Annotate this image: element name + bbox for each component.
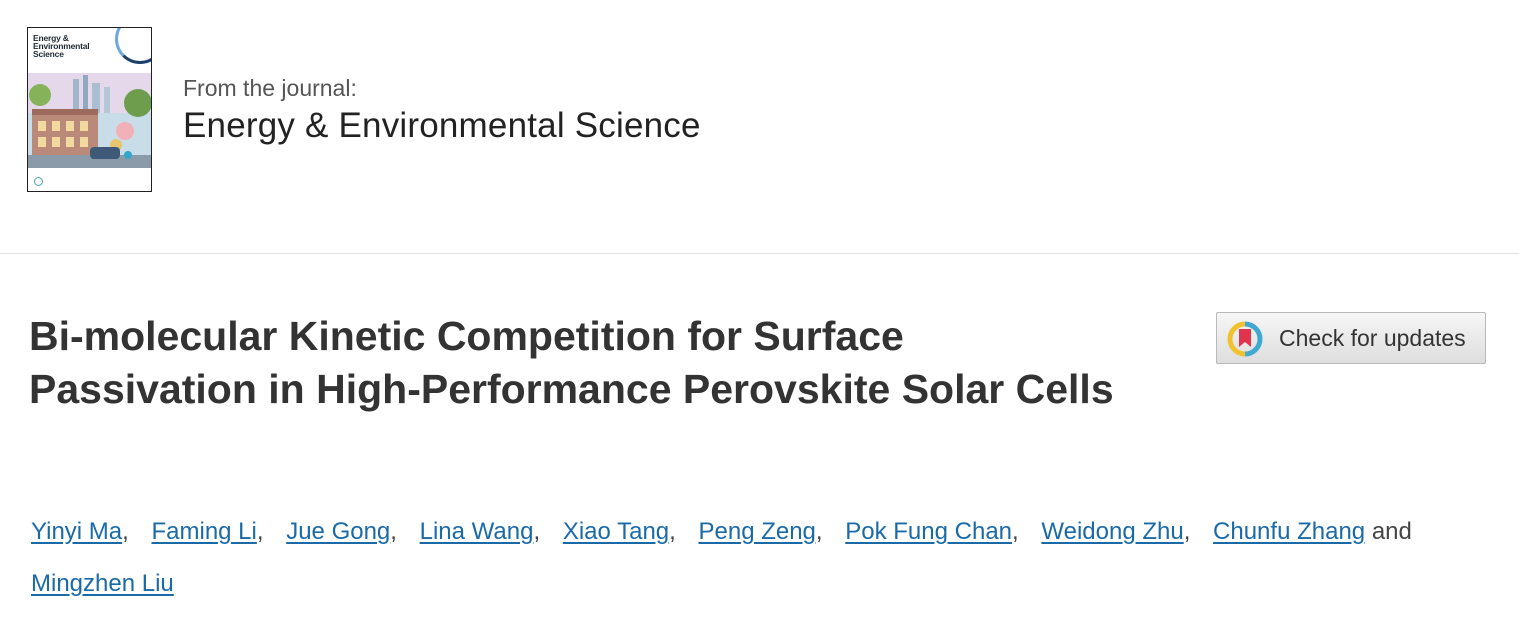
author-link[interactable]: Jue Gong [286, 518, 390, 545]
from-journal-label: From the journal: [183, 75, 357, 101]
author-separator: , [533, 518, 541, 545]
author-separator: , [256, 518, 264, 545]
author-conjunction: and [1371, 518, 1412, 545]
author-separator: , [1183, 518, 1191, 545]
author-link[interactable]: Xiao Tang [563, 518, 669, 545]
author-link[interactable]: Weidong Zhu [1041, 518, 1183, 545]
check-for-updates-label: Check for updates [1279, 325, 1466, 351]
crossmark-icon [1227, 321, 1263, 357]
journal-header: Energy & Environmental Science From the … [0, 0, 1519, 254]
author-separator: , [122, 518, 129, 545]
author-link[interactable]: Lina Wang [420, 518, 534, 545]
author-link[interactable]: Faming Li [151, 518, 256, 545]
author-separator: , [815, 518, 823, 545]
rsc-logo-icon [34, 177, 43, 186]
article-title: Bi-molecular Kinetic Competition for Sur… [29, 313, 1114, 412]
check-for-updates-button[interactable]: Check for updates [1216, 312, 1486, 364]
author-link[interactable]: Yinyi Ma [31, 518, 122, 545]
journal-cover-image[interactable]: Energy & Environmental Science [27, 27, 152, 192]
author-link[interactable]: Mingzhen Liu [31, 570, 174, 597]
author-separator: , [669, 518, 676, 545]
author-link[interactable]: Peng Zeng [698, 518, 815, 545]
author-link[interactable]: Chunfu Zhang [1213, 518, 1365, 545]
cover-artwork [28, 73, 151, 168]
author-separator: , [1012, 518, 1019, 545]
author-separator: , [390, 518, 397, 545]
author-link[interactable]: Pok Fung Chan [845, 518, 1012, 545]
cover-title: Energy & Environmental Science [33, 33, 90, 59]
author-list: Yinyi Ma, Faming Li, Jue Gong, Lina Wang… [31, 506, 1451, 610]
journal-name-link[interactable]: Energy & Environmental Science [183, 106, 701, 146]
cover-arc-graphic [115, 28, 151, 64]
